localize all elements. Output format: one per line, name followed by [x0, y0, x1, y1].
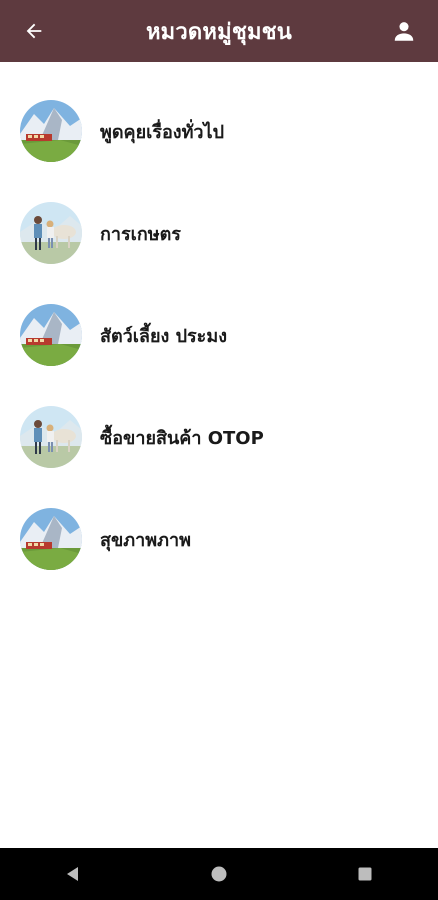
list-item[interactable]: พูดคุยเรื่องทั่วไป [0, 80, 438, 182]
category-list: พูดคุยเรื่องทั่วไป การเกษตร สัตว์เลี้ยง … [0, 62, 438, 590]
mountain-train-image [20, 304, 82, 366]
people-horse-image [20, 406, 82, 468]
people-horse-image [20, 202, 82, 264]
profile-button[interactable] [388, 15, 420, 47]
square-recents-icon [358, 867, 372, 881]
back-button[interactable] [18, 15, 50, 47]
list-item[interactable]: สัตว์เลี้ยง ประมง [0, 284, 438, 386]
list-item[interactable]: สุขภาพภาพ [0, 488, 438, 590]
nav-home-button[interactable] [199, 854, 239, 894]
category-avatar [20, 304, 82, 366]
category-label: พูดคุยเรื่องทั่วไป [100, 121, 225, 143]
category-label: สัตว์เลี้ยง ประมง [100, 325, 227, 347]
list-item[interactable]: ซื้อขายสินค้า OTOP [0, 386, 438, 488]
app-screen: หมวดหมู่ชุมชน พูดคุยเรื่องทั่วไป การเกษต… [0, 0, 438, 900]
category-avatar [20, 202, 82, 264]
category-label: ซื้อขายสินค้า OTOP [100, 427, 264, 449]
list-item[interactable]: การเกษตร [0, 182, 438, 284]
triangle-back-icon [67, 867, 78, 881]
app-bar: หมวดหมู่ชุมชน [0, 0, 438, 62]
system-nav-bar [0, 848, 438, 900]
category-label: การเกษตร [100, 223, 181, 245]
mountain-train-image [20, 508, 82, 570]
circle-home-icon [211, 866, 227, 882]
category-label: สุขภาพภาพ [100, 529, 191, 551]
arrow-left-icon [26, 23, 42, 39]
nav-recents-button[interactable] [345, 854, 385, 894]
nav-back-button[interactable] [53, 854, 93, 894]
category-avatar [20, 406, 82, 468]
page-title: หมวดหมู่ชุมชน [145, 19, 293, 45]
category-avatar [20, 508, 82, 570]
person-icon [394, 22, 414, 41]
mountain-train-image [20, 100, 82, 162]
category-avatar [20, 100, 82, 162]
